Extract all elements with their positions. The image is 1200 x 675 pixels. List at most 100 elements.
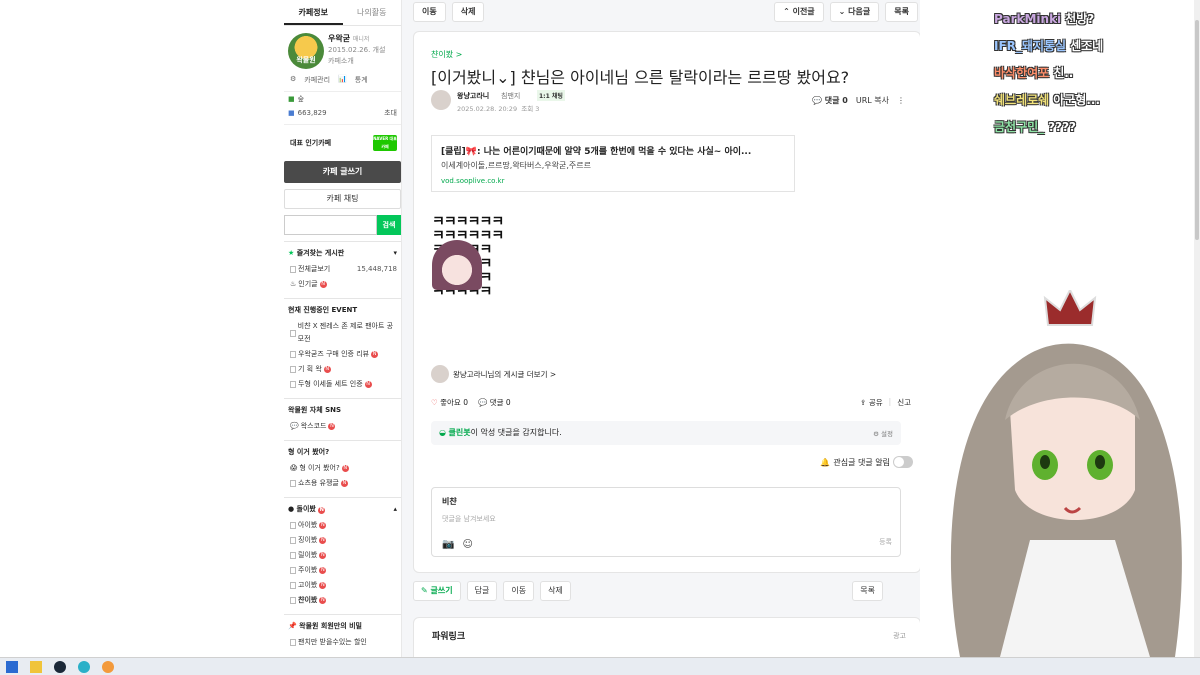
- comment-input[interactable]: 댓글을 남겨보세요: [442, 514, 890, 524]
- cafe-search-input[interactable]: [284, 215, 377, 235]
- chevron-down-icon[interactable]: ▾: [393, 249, 397, 257]
- stream-overlay: ParkMinki 천방? IFR_돼지통실 센조네 바삭한여포 친.. 쉐브레로쉐 아군형.…: [920, 0, 1200, 657]
- cafe-write-button[interactable]: 카페 글쓰기: [284, 161, 401, 183]
- event-label: 우왁굳즈 구매 인증 리뷰: [298, 350, 370, 358]
- cafe-search-button[interactable]: 검색: [377, 215, 401, 235]
- cafe-chat-button[interactable]: 카페 채팅: [284, 189, 401, 209]
- chat-text: ????: [1048, 120, 1077, 134]
- next-post-button[interactable]: ⌄ 다음글: [829, 2, 880, 22]
- new-badge: N: [318, 507, 326, 514]
- tab-my-activity[interactable]: 나의활동: [343, 0, 402, 25]
- sidebar-item-doli[interactable]: 고이봤 N: [284, 578, 401, 593]
- sidebar-item-doli[interactable]: 징이봤 N: [284, 533, 401, 548]
- file-explorer-icon[interactable]: [30, 660, 42, 673]
- delete-button[interactable]: 삭제: [451, 2, 485, 22]
- share-button[interactable]: ⇪ 공유: [860, 397, 883, 408]
- cafe-meta: 우왁굳 매니저 2015.02.26. 개설 카페소개: [328, 33, 385, 69]
- reply-button[interactable]: 답글: [466, 581, 498, 601]
- sidebar-item-event[interactable]: 비챤 X 젠레스 존 제로 팬아트 공모전: [284, 319, 401, 347]
- sidebar-item-event[interactable]: 두형 이세돌 세트 인증 N: [284, 377, 401, 392]
- report-button[interactable]: 신고: [897, 397, 911, 408]
- cafe-avatar[interactable]: 왁물원: [288, 33, 324, 69]
- sidebar-item-popular[interactable]: ♨ 인기글 N: [284, 277, 401, 292]
- sidebar-item-hyung[interactable]: 😱 형 이거 봤어? N: [284, 461, 401, 476]
- write-button[interactable]: ✎ 글쓰기: [413, 581, 461, 601]
- link-preview-card[interactable]: [클립]🎀: 나는 어른이기때문에 알약 5개를 한번에 먹을 수 있다는 사실…: [431, 135, 795, 192]
- prev-post-button[interactable]: ⌃ 이전글: [774, 2, 824, 22]
- windows-start-icon[interactable]: [6, 660, 18, 673]
- delete-button[interactable]: 삭제: [540, 581, 571, 601]
- sidebar-item-shorts[interactable]: 쇼츠용 유쟁글 N: [284, 476, 401, 491]
- members-icon: ■: [288, 109, 295, 117]
- watch-toggle[interactable]: [893, 456, 913, 468]
- member-count[interactable]: 663,829: [298, 109, 327, 117]
- ad-label[interactable]: 광고: [893, 631, 906, 641]
- hyung-label: 형 이거 봤어?: [299, 464, 340, 472]
- comment-count-link[interactable]: 💬 댓글 0: [812, 95, 848, 106]
- more-posts-link[interactable]: 왕냥고라니님의 게시글 더보기 >: [453, 369, 556, 380]
- sidebar-item-doli-active[interactable]: 챤이봤 N: [284, 593, 401, 608]
- article-title: [이거봤니⌄] 챤님은 아이네님 으른 탈락이라는 르르땅 봤어요?: [431, 68, 850, 87]
- sidebar-item-waxcode[interactable]: 💬 왁스코드 N: [284, 419, 401, 434]
- like-button[interactable]: ♡ 좋아요 0: [431, 397, 468, 408]
- comment-submit-button[interactable]: 등록: [879, 537, 892, 547]
- sidebar-item-doli[interactable]: 아이봤 N: [284, 518, 401, 533]
- more-options-icon[interactable]: ⋮: [897, 96, 905, 105]
- cloud-app-icon[interactable]: [102, 660, 114, 673]
- sidebar-item-doli[interactable]: 릴이봤 N: [284, 548, 401, 563]
- sidebar-item-event[interactable]: 우왁굳즈 구매 인증 리뷰 N: [284, 347, 401, 362]
- watch-notification-row: 🔔 관심글 댓글 알림: [820, 456, 913, 468]
- sidebar-item-secret[interactable]: 팬치만 받을수있는 할인: [284, 635, 401, 650]
- chevron-up-icon[interactable]: ▴: [393, 505, 397, 513]
- cafe-manage-link[interactable]: 카페관리: [304, 75, 330, 85]
- one-on-one-chat-button[interactable]: 1:1 채팅: [537, 90, 565, 101]
- cleanbot-text: 이 악성 댓글을 감지합니다.: [470, 428, 562, 437]
- cleanbot-setting-button[interactable]: ⚙ 설정: [873, 428, 893, 438]
- author-avatar[interactable]: [431, 90, 451, 110]
- board-link[interactable]: 챤이봤 >: [431, 49, 462, 60]
- event-label: 두형 이세돌 세트 인증: [298, 380, 363, 388]
- steam-icon[interactable]: [54, 660, 66, 673]
- cafe-stats-link[interactable]: 통계: [355, 75, 368, 85]
- sns-section: 왁물원 자체 SNS 💬 왁스코드 N: [284, 398, 401, 434]
- tab-cafe-info[interactable]: 카페정보: [284, 0, 343, 25]
- pencil-icon: ✎: [421, 586, 428, 595]
- browser-icon[interactable]: [78, 660, 90, 673]
- move-button[interactable]: 이동: [503, 581, 535, 601]
- author-name[interactable]: 왕냥고라니: [457, 91, 489, 101]
- sidebar-item-doli[interactable]: 주이봤 N: [284, 563, 401, 578]
- list-button[interactable]: 목록: [852, 581, 883, 601]
- manager-nick[interactable]: 우왁굳: [328, 34, 350, 43]
- divider: |: [888, 397, 892, 406]
- new-badge: N: [319, 567, 327, 574]
- invite-link[interactable]: 초대: [384, 108, 397, 118]
- sidebar-tabs: 카페정보 나의활동: [284, 0, 401, 26]
- pin-icon: 📌: [288, 622, 297, 630]
- doli-label: 아이봤: [298, 521, 318, 529]
- move-button[interactable]: 이동: [413, 2, 446, 22]
- comment-button[interactable]: 💬 댓글 0: [478, 397, 511, 408]
- comment-icon: 💬: [477, 398, 488, 407]
- write-label: 글쓰기: [430, 586, 453, 595]
- list-button[interactable]: 목록: [885, 2, 918, 22]
- secret-title: 왁물원 회원만의 비밀: [299, 622, 362, 630]
- chat-text: 아군형...: [1053, 93, 1100, 107]
- emoji-icon[interactable]: ☺: [462, 539, 472, 550]
- cafe-intro-link[interactable]: 카페소개: [328, 56, 385, 67]
- sidebar-item-all-posts[interactable]: 전체글보기 15,448,718: [284, 262, 401, 277]
- vtuber-avatar: [950, 290, 1182, 657]
- sidebar-item-event[interactable]: 기 획 왁N: [284, 362, 401, 377]
- comment-user-name: 비챤: [442, 497, 457, 506]
- star-icon: ★: [288, 249, 295, 257]
- author-avatar[interactable]: [431, 365, 449, 383]
- cleanbot-icon: ◒: [439, 428, 446, 437]
- camera-icon[interactable]: 📷: [442, 539, 454, 550]
- new-badge: N: [319, 281, 327, 288]
- cafe-sidebar: 카페정보 나의활동 왁물원 우왁굳 매니저 2015.02.26. 개설 카페소…: [284, 0, 402, 657]
- url-copy-button[interactable]: URL 복사: [856, 95, 889, 106]
- next-post-label: 다음글: [848, 7, 871, 16]
- link-title: [클립]🎀: 나는 어른이기때문에 알약 5개를 한번에 먹을 수 있다는 사실…: [441, 147, 752, 157]
- document-icon: [290, 582, 296, 589]
